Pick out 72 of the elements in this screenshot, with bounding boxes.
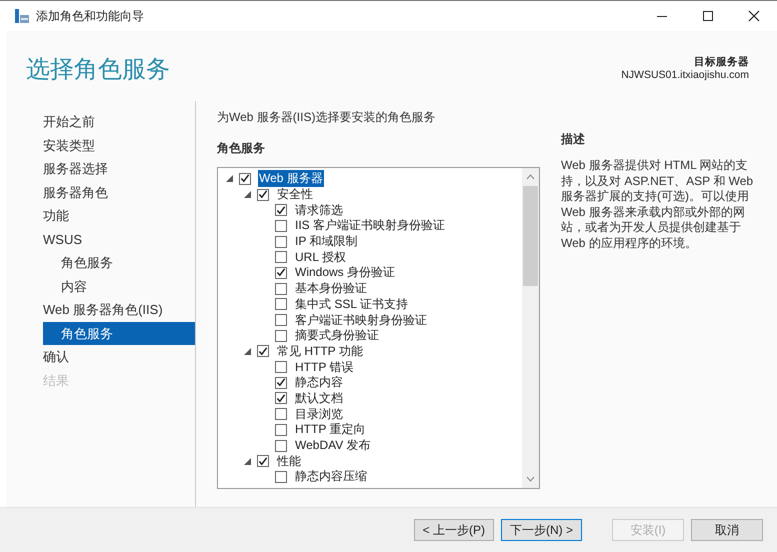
tree-item-label[interactable]: 基本身份验证 bbox=[294, 280, 368, 298]
checkbox[interactable] bbox=[257, 345, 269, 358]
checkbox[interactable] bbox=[275, 298, 287, 310]
checkbox[interactable] bbox=[275, 282, 287, 295]
target-server-label: 目标服务器 bbox=[694, 55, 749, 69]
checkbox[interactable] bbox=[275, 314, 287, 326]
checkbox[interactable] bbox=[275, 392, 287, 404]
tree-item-label[interactable]: 性能 bbox=[276, 452, 302, 470]
nav-item[interactable]: 开始之前 bbox=[43, 110, 195, 134]
nav-item[interactable]: 内容 bbox=[43, 274, 195, 298]
nav-item[interactable]: 功能 bbox=[43, 204, 195, 228]
scroll-down-icon[interactable] bbox=[526, 476, 535, 482]
checkbox[interactable] bbox=[275, 266, 287, 279]
tree-item-label[interactable]: 请求筛选 bbox=[294, 202, 344, 219]
window-title: 添加角色和功能向导 bbox=[36, 8, 144, 24]
checkbox[interactable] bbox=[239, 172, 251, 185]
tree-item-label[interactable]: URL 授权 bbox=[294, 248, 347, 266]
server-wizard-icon bbox=[14, 8, 30, 24]
expanded-triangle-icon[interactable] bbox=[226, 175, 233, 182]
scrollbar[interactable] bbox=[522, 168, 539, 488]
checkbox[interactable] bbox=[275, 236, 287, 248]
tree-item-label[interactable]: 集中式 SSL 证书支持 bbox=[294, 296, 409, 313]
tree-item-label[interactable]: HTTP 错误 bbox=[294, 358, 354, 376]
tree-item-label[interactable]: WebDAV 发布 bbox=[294, 437, 372, 454]
nav-item[interactable]: 服务器选择 bbox=[43, 157, 195, 180]
tree-item-label[interactable]: Windows 身份验证 bbox=[294, 264, 396, 282]
expanded-triangle-icon[interactable] bbox=[244, 191, 251, 198]
role-services-heading: 角色服务 bbox=[217, 140, 266, 157]
tree-item-label[interactable]: 客户端证书映射身份验证 bbox=[294, 312, 428, 329]
checkbox[interactable] bbox=[275, 204, 287, 216]
close-icon[interactable] bbox=[748, 10, 760, 22]
target-server-name: NJWSUS01.itxiaojishu.com bbox=[621, 69, 749, 81]
checkbox[interactable] bbox=[257, 188, 269, 201]
checkbox[interactable] bbox=[275, 470, 287, 483]
nav-item[interactable]: 确认 bbox=[43, 345, 195, 368]
checkbox[interactable] bbox=[275, 408, 287, 420]
tree-item-label[interactable]: 静态内容压缩 bbox=[294, 468, 368, 486]
description-text: Web 服务器提供对 HTML 网站的支持，以及对 ASP.NET、ASP 和 Web 服务器扩展的支持(可选)。可以使用 Web 服务器来承载内部或外部的网站，或者为开发人员提供创建基于 Web 的应用程序的环境。 bbox=[561, 158, 754, 251]
nav-item[interactable]: WSUS bbox=[43, 228, 195, 251]
nav-item[interactable]: 服务器角色 bbox=[43, 180, 195, 204]
nav-item[interactable]: 角色服务 bbox=[43, 322, 195, 345]
checkbox[interactable] bbox=[275, 376, 287, 389]
wizard-button[interactable]: 取消 bbox=[691, 519, 763, 541]
wizard-button[interactable]: < 上一步(P) bbox=[414, 519, 494, 541]
expanded-triangle-icon[interactable] bbox=[244, 348, 251, 355]
tree-item-label[interactable]: IP 和域限制 bbox=[294, 233, 358, 250]
instruction-text: 为Web 服务器(IIS)选择要安装的角色服务 bbox=[217, 109, 436, 126]
maximize-icon[interactable] bbox=[702, 10, 714, 22]
tree-item-label[interactable]: 目录浏览 bbox=[294, 406, 344, 423]
tree-item-label[interactable]: 默认文档 bbox=[294, 390, 344, 407]
description-heading: 描述 bbox=[561, 131, 586, 148]
checkbox[interactable] bbox=[257, 455, 269, 468]
tree-item-label[interactable]: 安全性 bbox=[276, 186, 314, 204]
nav-item[interactable]: 安装类型 bbox=[43, 134, 195, 157]
tree-item-label[interactable]: 静态内容 bbox=[294, 374, 344, 392]
tree-item-label[interactable]: Web 服务器 bbox=[258, 170, 324, 188]
nav-item[interactable]: Web 服务器角色(IIS) bbox=[43, 298, 195, 322]
checkbox[interactable] bbox=[275, 251, 287, 264]
wizard-button[interactable]: 下一步(N) > bbox=[501, 519, 582, 541]
checkbox[interactable] bbox=[275, 440, 287, 452]
checkbox[interactable] bbox=[275, 330, 287, 342]
nav-item[interactable]: 角色服务 bbox=[43, 251, 195, 274]
tree-item-label[interactable]: 摘要式身份验证 bbox=[294, 327, 380, 344]
tree-item-label[interactable]: 常见 HTTP 功能 bbox=[276, 342, 364, 360]
page-title: 选择角色服务 bbox=[26, 55, 170, 85]
tree-item-label[interactable]: HTTP 重定向 bbox=[294, 421, 366, 438]
checkbox[interactable] bbox=[275, 424, 287, 436]
expanded-triangle-icon[interactable] bbox=[244, 458, 251, 465]
tree-item-label[interactable]: IIS 客户端证书映射身份验证 bbox=[294, 217, 446, 234]
checkbox[interactable] bbox=[275, 220, 287, 232]
checkbox[interactable] bbox=[275, 361, 287, 374]
scroll-up-icon[interactable] bbox=[526, 174, 535, 180]
